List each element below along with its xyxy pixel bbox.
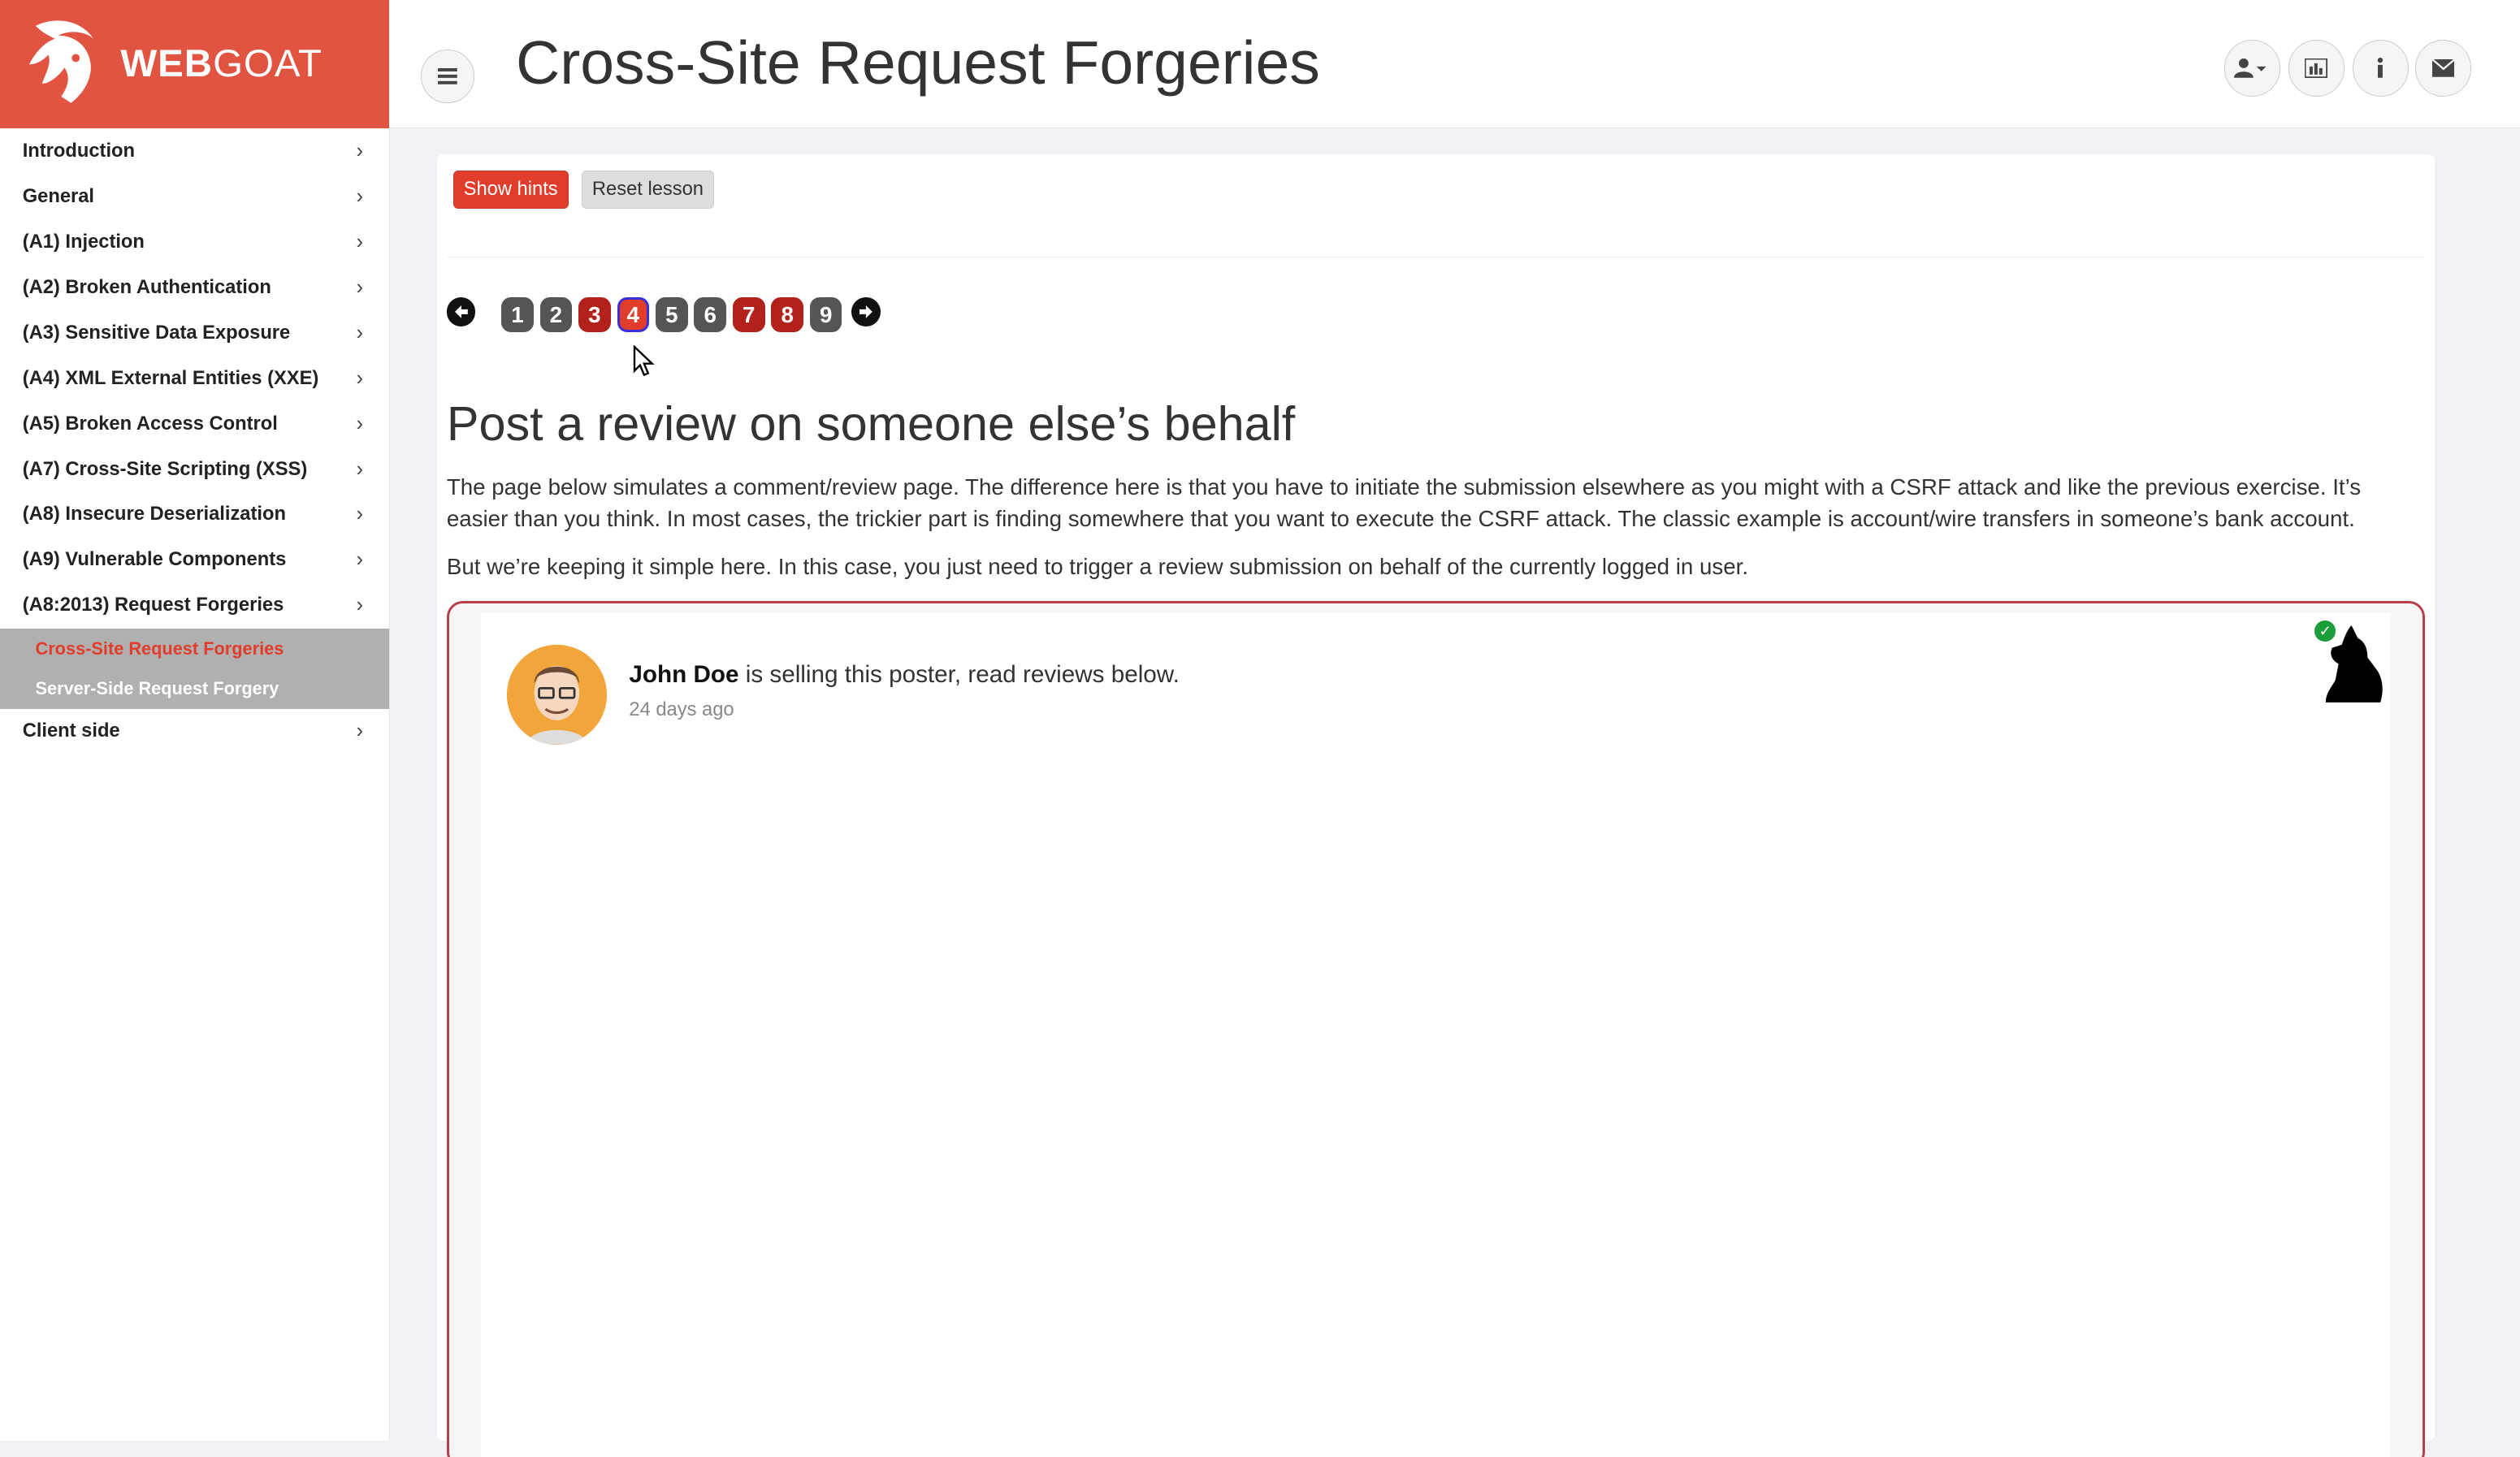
chevron-right-icon: › xyxy=(356,184,364,208)
sidebar-sublist: Cross-Site Request Forgeries Server-Side… xyxy=(0,628,389,709)
chevron-right-icon: › xyxy=(356,412,364,435)
arrow-left-icon xyxy=(454,305,468,318)
page-1[interactable]: 1 xyxy=(501,296,534,333)
sidebar-item-xxe[interactable]: (A4) XML External Entities (XXE) › xyxy=(0,356,389,401)
timestamp: 24 days ago xyxy=(629,699,734,721)
chart-icon xyxy=(2305,58,2328,78)
page-9[interactable]: 9 xyxy=(809,296,842,333)
webgoat-logo[interactable]: WEBGOAT xyxy=(0,0,389,129)
info-icon xyxy=(2378,58,2384,78)
arrow-right-icon xyxy=(859,305,873,318)
chevron-right-icon: › xyxy=(356,503,364,526)
chevron-right-icon: › xyxy=(356,457,364,481)
sidebar-item-label: (A9) Vulnerable Components xyxy=(22,549,287,571)
sidebar-subitem-csrf[interactable]: Cross-Site Request Forgeries xyxy=(0,629,389,668)
wolf-icon xyxy=(2326,625,2383,703)
sidebar-item-xss[interactable]: (A7) Cross-Site Scripting (XSS) › xyxy=(0,447,389,492)
page-4[interactable]: 4 xyxy=(617,296,650,333)
contact-button[interactable] xyxy=(2414,40,2472,97)
sidebar-item-sensitive-data-exposure[interactable]: (A3) Sensitive Data Exposure › xyxy=(0,310,389,356)
sidebar-item-general[interactable]: General › xyxy=(0,174,389,219)
sidebar-item-client-side[interactable]: Client side › xyxy=(0,709,389,754)
chevron-right-icon: › xyxy=(356,139,364,162)
page-5[interactable]: 5 xyxy=(656,296,688,333)
sidebar: Introduction › General › (A1) Injection › (… xyxy=(0,128,390,1442)
page-6[interactable]: 6 xyxy=(694,296,727,333)
lesson-paragraph-1: The page below simulates a comment/revie… xyxy=(446,473,2362,532)
chevron-right-icon: › xyxy=(356,720,364,743)
review-container: John Doe is selling this poster, read re… xyxy=(446,600,2425,1457)
sidebar-item-insecure-deserialization[interactable]: (A8) Insecure Deserialization › xyxy=(0,492,389,538)
seller-name: John Doe xyxy=(629,660,739,688)
chevron-right-icon: › xyxy=(356,594,364,617)
sidebar-subitem-ssrf[interactable]: Server-Side Request Forgery xyxy=(0,668,389,708)
chevron-right-icon: › xyxy=(356,230,364,253)
sidebar-item-label: Client side xyxy=(22,720,120,742)
logo-text: WEBGOAT xyxy=(120,41,323,86)
review-card: John Doe is selling this poster, read re… xyxy=(481,612,2391,1457)
sidebar-item-broken-access-control[interactable]: (A5) Broken Access Control › xyxy=(0,401,389,447)
envelope-icon xyxy=(2431,59,2455,77)
report-card-button[interactable] xyxy=(2288,40,2345,97)
sidebar-item-introduction[interactable]: Introduction › xyxy=(0,128,389,174)
seller-text: is selling this poster, read reviews bel… xyxy=(738,660,1180,688)
sidebar-item-label: (A7) Cross-Site Scripting (XSS) xyxy=(22,458,308,480)
prev-page-button[interactable] xyxy=(446,296,476,326)
seller-avatar xyxy=(507,645,607,745)
lesson-title: Post a review on someone else’s behalf xyxy=(446,396,1296,451)
mouse-cursor-icon xyxy=(634,345,656,377)
lesson-paragraph-2: But we’re keeping it simple here. In thi… xyxy=(446,554,1749,580)
user-menu-button[interactable] xyxy=(2223,40,2280,97)
sidebar-item-label: (A5) Broken Access Control xyxy=(22,413,278,435)
about-button[interactable] xyxy=(2352,40,2409,97)
next-page-button[interactable] xyxy=(851,296,881,326)
lesson-panel: Show hints Reset lesson 1 2 3 4 5 6 7 8 … xyxy=(437,153,2435,1457)
sidebar-item-label: General xyxy=(22,185,95,207)
page-7[interactable]: 7 xyxy=(732,296,765,333)
sidebar-item-label: Introduction xyxy=(22,140,136,162)
chevron-right-icon: › xyxy=(356,275,364,299)
page-8[interactable]: 8 xyxy=(771,296,803,333)
chevron-right-icon: › xyxy=(356,321,364,344)
seller-line: John Doe is selling this poster, read re… xyxy=(629,661,1179,689)
sidebar-item-label: (A2) Broken Authentication xyxy=(22,276,271,298)
sidebar-item-vulnerable-components[interactable]: (A9) Vulnerable Components › xyxy=(0,538,389,583)
sidebar-item-request-forgeries[interactable]: (A8:2013) Request Forgeries › xyxy=(0,583,389,629)
sidebar-item-label: (A1) Injection xyxy=(22,231,145,253)
sidebar-item-injection[interactable]: (A1) Injection › xyxy=(0,219,389,265)
hamburger-icon xyxy=(438,68,457,84)
sidebar-item-label: (A3) Sensitive Data Exposure xyxy=(22,322,291,344)
show-hints-button[interactable]: Show hints xyxy=(452,170,569,210)
goat-logo-icon xyxy=(28,20,93,103)
sidebar-item-broken-authentication[interactable]: (A2) Broken Authentication › xyxy=(0,265,389,310)
reset-lesson-button[interactable]: Reset lesson xyxy=(582,170,714,210)
sidebar-item-label: (A4) XML External Entities (XXE) xyxy=(22,367,319,389)
sidebar-item-label: (A8:2013) Request Forgeries xyxy=(22,594,284,616)
logo-goat: GOAT xyxy=(213,42,323,86)
user-icon xyxy=(2234,58,2267,78)
menu-toggle-button[interactable] xyxy=(421,50,474,103)
sidebar-item-label: (A8) Insecure Deserialization xyxy=(22,504,286,525)
page-title: Cross-Site Request Forgeries xyxy=(515,28,1320,97)
chevron-right-icon: › xyxy=(356,366,364,390)
chevron-right-icon: › xyxy=(356,548,364,572)
avatar-image xyxy=(507,645,607,745)
logo-web: WEB xyxy=(120,42,214,86)
page-3[interactable]: 3 xyxy=(578,296,611,333)
page-2[interactable]: 2 xyxy=(539,296,573,333)
